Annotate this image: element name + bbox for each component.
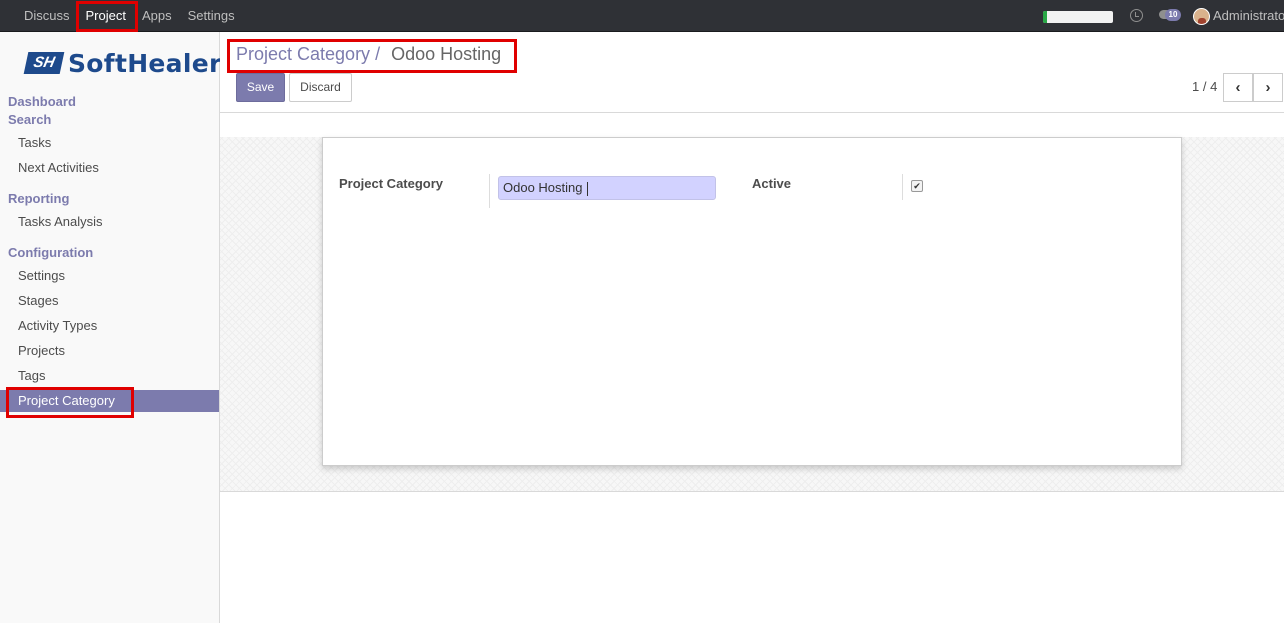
active-label: Active	[752, 176, 792, 191]
sidebar: SH SoftHealer Dashboard Search Tasks Nex…	[0, 32, 222, 623]
avatar[interactable]	[1193, 8, 1210, 25]
check-icon: ✔	[913, 181, 921, 191]
message-count-badge: 10	[1165, 9, 1181, 21]
project-category-label: Project Category	[339, 176, 444, 191]
sidebar-section-configuration[interactable]: Configuration	[8, 245, 93, 260]
menu-discuss[interactable]: Discuss	[16, 0, 78, 32]
project-category-value: Odoo Hosting	[503, 180, 583, 195]
chevron-right-icon: ›	[1265, 79, 1271, 96]
highlight-project-menu	[76, 1, 138, 32]
clock-icon[interactable]	[1130, 9, 1143, 22]
logo-mark: SH	[23, 52, 65, 74]
save-button[interactable]: Save	[236, 73, 285, 102]
menu-apps[interactable]: Apps	[134, 0, 180, 32]
menu-settings[interactable]: Settings	[180, 0, 243, 32]
pager-next-button[interactable]: ›	[1253, 73, 1283, 102]
highlight-project-category-item	[6, 387, 134, 418]
sidebar-section-reporting[interactable]: Reporting	[8, 191, 69, 206]
sidebar-item-settings[interactable]: Settings	[0, 265, 219, 287]
active-separator	[902, 174, 903, 200]
label-separator	[489, 174, 490, 208]
pager-previous-button[interactable]: ‹	[1223, 73, 1253, 102]
sidebar-item-next-activities[interactable]: Next Activities	[0, 157, 219, 179]
sidebar-item-tags[interactable]: Tags	[0, 365, 219, 387]
top-navbar: Discuss Project Apps Settings 10 Adminis…	[0, 0, 1284, 32]
sidebar-section-dashboard[interactable]: Dashboard	[8, 94, 76, 109]
text-caret	[586, 181, 588, 196]
sidebar-item-tasks[interactable]: Tasks	[0, 132, 219, 154]
sidebar-item-stages[interactable]: Stages	[0, 290, 219, 312]
progress-fill	[1043, 11, 1048, 23]
chevron-left-icon: ‹	[1235, 79, 1241, 96]
sidebar-item-activity-types[interactable]: Activity Types	[0, 315, 219, 337]
active-checkbox[interactable]: ✔	[911, 180, 923, 192]
sidebar-item-tasks-analysis[interactable]: Tasks Analysis	[0, 211, 219, 233]
form-sheet: Project Category Odoo Hosting Active ✔	[322, 137, 1182, 466]
highlight-breadcrumb	[227, 39, 517, 73]
user-menu-name[interactable]: Administrator	[1213, 0, 1284, 32]
discard-button[interactable]: Discard	[289, 73, 352, 102]
logo-text: SoftHealer	[68, 48, 222, 78]
project-category-input[interactable]: Odoo Hosting	[498, 176, 716, 200]
sidebar-item-projects[interactable]: Projects	[0, 340, 219, 362]
pager-value[interactable]: 1 / 4	[1192, 79, 1217, 94]
company-logo: SH SoftHealer	[23, 48, 222, 78]
sidebar-section-search[interactable]: Search	[8, 112, 51, 127]
progress-indicator[interactable]	[1043, 11, 1113, 23]
